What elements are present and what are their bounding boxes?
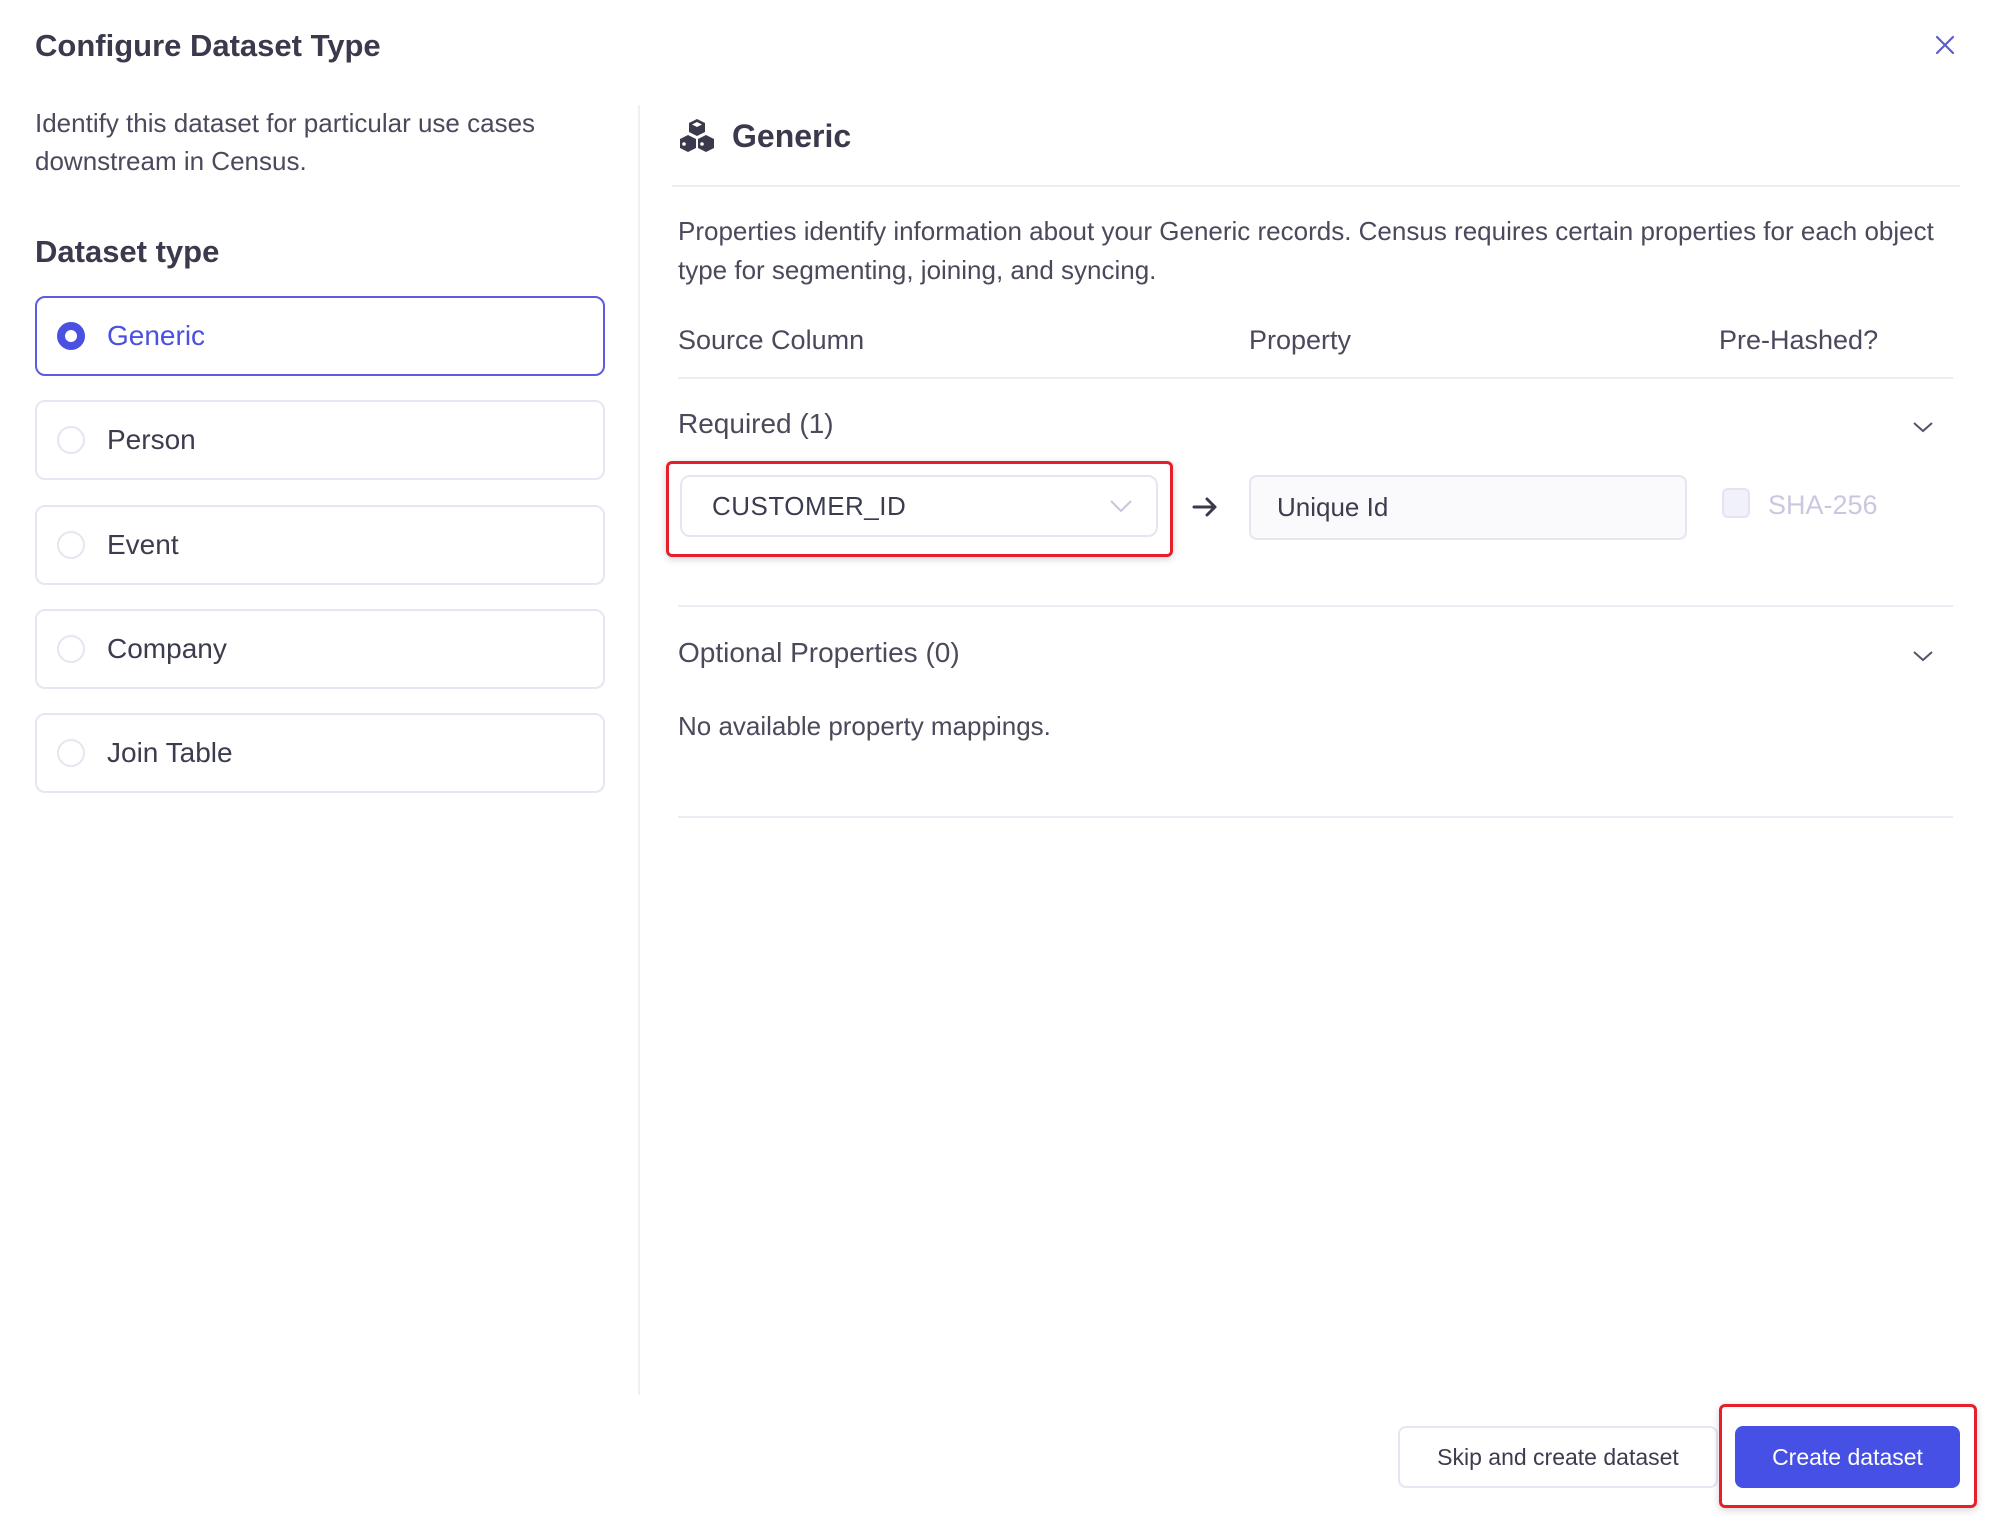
required-section-title[interactable]: Required (1) xyxy=(678,408,834,440)
option-label: Company xyxy=(107,633,227,664)
dataset-type-description: Identify this dataset for particular use… xyxy=(35,108,536,176)
close-icon xyxy=(1935,35,1955,55)
prehashed-checkbox[interactable] xyxy=(1722,488,1750,518)
chevron-down-icon xyxy=(1110,500,1132,513)
source-column-select[interactable]: CUSTOMER_ID xyxy=(680,475,1158,537)
chevron-down-icon[interactable] xyxy=(1910,418,1936,436)
option-label: Generic xyxy=(107,320,206,351)
radio-icon[interactable] xyxy=(57,635,85,663)
dataset-type-heading: Dataset type xyxy=(35,234,220,269)
dataset-type-option-generic[interactable]: Generic xyxy=(35,296,605,376)
type-heading-label: Generic xyxy=(732,117,852,154)
radio-icon[interactable] xyxy=(57,739,85,767)
create-dataset-button[interactable]: Create dataset xyxy=(1735,1426,1960,1488)
panel-divider xyxy=(638,105,640,1395)
properties-description: Properties identify information about yo… xyxy=(678,216,1934,285)
radio-icon[interactable] xyxy=(57,426,85,454)
chevron-down-icon[interactable] xyxy=(1910,647,1936,665)
option-label: Person xyxy=(107,424,196,455)
optional-section-title[interactable]: Optional Properties (0) xyxy=(678,637,960,669)
type-heading: Generic xyxy=(678,117,851,155)
dataset-type-option-person[interactable]: Person xyxy=(35,400,605,480)
prehashed-label: SHA-256 xyxy=(1768,490,1878,520)
property-field: Unique Id xyxy=(1249,475,1687,540)
heading-divider xyxy=(672,185,1960,187)
dialog-title: Configure Dataset Type xyxy=(35,28,381,63)
option-label: Event xyxy=(107,529,179,560)
empty-mappings-message: No available property mappings. xyxy=(678,711,1051,741)
column-header-property: Property xyxy=(1249,325,1352,355)
dataset-type-option-join-table[interactable]: Join Table xyxy=(35,713,605,793)
source-column-value: CUSTOMER_ID xyxy=(712,490,907,521)
radio-selected-icon[interactable] xyxy=(57,322,85,350)
close-button[interactable] xyxy=(1930,30,1960,60)
optional-divider xyxy=(678,816,1953,818)
skip-and-create-button[interactable]: Skip and create dataset xyxy=(1398,1426,1718,1488)
arrow-right-icon xyxy=(1192,497,1217,517)
column-header-source: Source Column xyxy=(678,325,865,355)
column-header-prehashed: Pre-Hashed? xyxy=(1719,325,1879,355)
radio-icon[interactable] xyxy=(57,531,85,559)
dataset-type-option-company[interactable]: Company xyxy=(35,609,605,689)
dataset-type-option-event[interactable]: Event xyxy=(35,505,605,585)
option-label: Join Table xyxy=(107,737,233,768)
required-divider xyxy=(678,605,1953,607)
cubes-icon xyxy=(680,119,714,152)
header-divider xyxy=(678,377,1953,379)
